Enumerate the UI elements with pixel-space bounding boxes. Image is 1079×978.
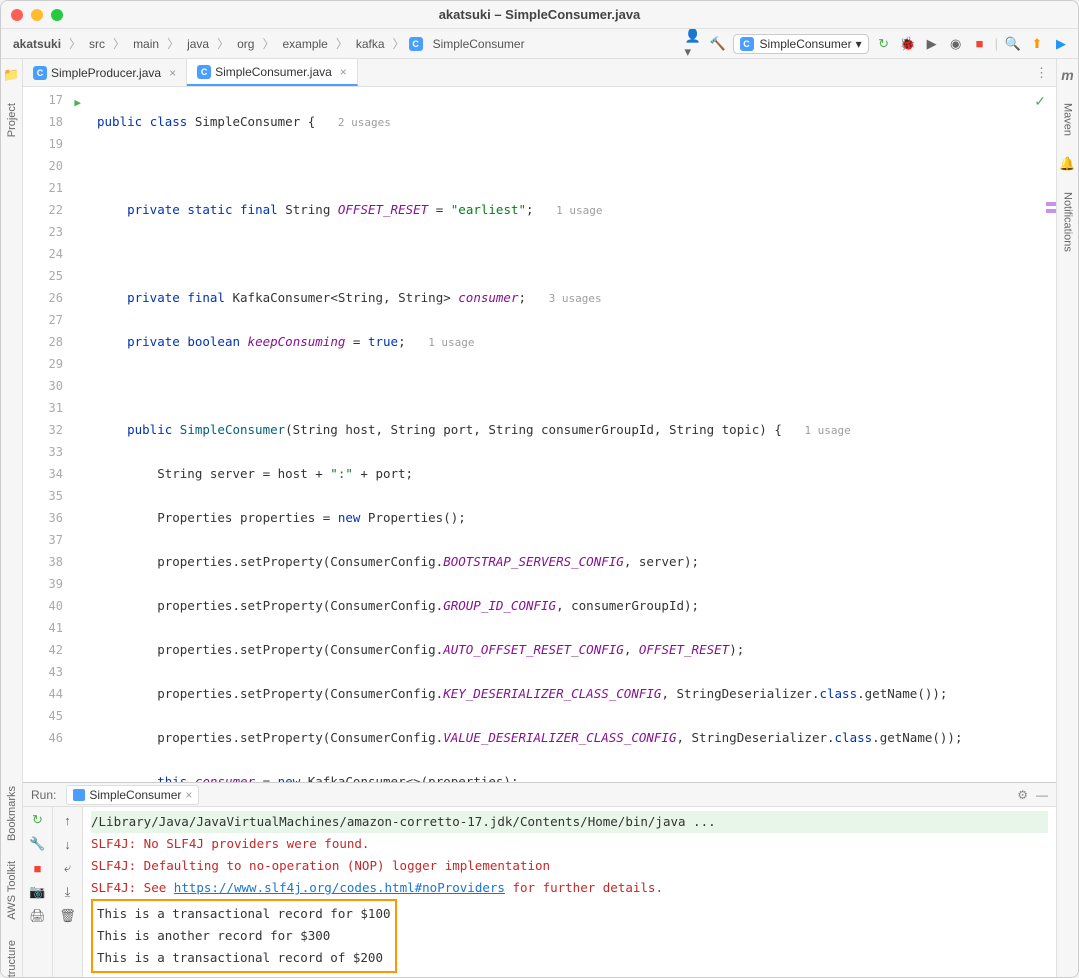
breadcrumb-kafka[interactable]: kafka [352,35,389,53]
ide-update-icon[interactable]: ⬆ [1028,35,1046,53]
wrap-icon[interactable]: ⤶ [59,859,77,877]
close-icon[interactable]: × [340,65,347,79]
build-icon[interactable]: 🔨 [709,35,727,53]
camera-icon[interactable]: 📷 [29,883,47,901]
run-tab-icon [73,789,85,801]
tab-simpleproducer[interactable]: C SimpleProducer.java × [23,59,187,86]
tab-label: SimpleConsumer.java [215,65,332,79]
code-editor[interactable]: ✓ 17▶ 1819202122232425262728293031323334… [23,87,1056,782]
maven-icon[interactable]: m [1061,67,1073,83]
notifications-tool-label[interactable]: Notifications [1062,192,1074,252]
class-icon: C [740,37,754,51]
console-line: SLF4J: No SLF4J providers were found. [91,833,1048,855]
user-icon[interactable]: 👤▾ [685,35,703,53]
run-config-name: SimpleConsumer [760,37,852,51]
console-line: SLF4J: Defaulting to no-operation (NOP) … [91,855,1048,877]
run-gutter-icon[interactable]: ▶ [74,92,81,114]
close-icon[interactable]: × [185,788,192,802]
scroll-icon[interactable]: ⤓ [59,883,77,901]
hide-icon[interactable]: — [1036,788,1048,802]
maximize-window[interactable] [51,9,63,21]
line-gutter[interactable]: 17▶ 181920212223242526272829303132333435… [23,87,73,782]
search-icon[interactable]: 🔍 [1004,35,1022,53]
wrench-icon[interactable]: 🔧 [29,835,47,853]
breadcrumb-example[interactable]: example [278,35,331,53]
run-configuration-selector[interactable]: C SimpleConsumer ▾ [733,34,869,54]
class-icon: C [197,65,211,79]
navigation-bar: akatsuki 〉 src 〉 main 〉 java 〉 org 〉 exa… [1,29,1078,59]
run-toolbar-primary: ↻ 🔧 ■ 📷 🖨 [23,807,53,977]
debug-icon[interactable]: 🐞 [899,35,917,53]
editor-tabs: C SimpleProducer.java × C SimpleConsumer… [23,59,1056,87]
titlebar: akatsuki – SimpleConsumer.java [1,1,1078,29]
settings-icon[interactable]: ⚙ [1017,788,1028,802]
notifications-icon[interactable]: 🔔 [1059,156,1075,172]
window-controls [11,9,63,21]
console-command: /Library/Java/JavaVirtualMachines/amazon… [91,811,1048,833]
profile-icon[interactable]: ◉ [947,35,965,53]
run-tab-label: SimpleConsumer [89,788,181,802]
console-link[interactable]: https://www.slf4j.org/codes.html#noProvi… [174,880,505,895]
chevron-down-icon: ▾ [856,37,862,51]
coverage-icon[interactable]: ▶ [923,35,941,53]
run-icon[interactable]: ↻ [875,35,893,53]
breadcrumb: akatsuki 〉 src 〉 main 〉 java 〉 org 〉 exa… [9,35,529,53]
run-label: Run: [31,788,56,802]
breadcrumb-main[interactable]: main [129,35,163,53]
project-tool-icon[interactable]: 📁 [3,67,19,83]
console-output[interactable]: /Library/Java/JavaVirtualMachines/amazon… [83,807,1056,977]
maven-tool-label[interactable]: Maven [1062,103,1074,136]
run-header: Run: SimpleConsumer × ⚙ — [23,783,1056,807]
down-icon[interactable]: ↓ [59,835,77,853]
console-line: This is another record for $300 [97,925,391,947]
stop-icon[interactable]: ■ [29,859,47,877]
left-tool-rail: 📁 Project Bookmarks AWS Toolkit tructure [1,59,23,977]
breadcrumb-project[interactable]: akatsuki [9,35,65,53]
code-content[interactable]: public class SimpleConsumer { 2 usages p… [73,87,1056,782]
right-tool-rail: m Maven 🔔 Notifications [1056,59,1078,977]
aws-tool-label[interactable]: AWS Toolkit [6,861,18,920]
project-tool-label[interactable]: Project [6,103,18,137]
stop-icon[interactable]: ■ [971,35,989,53]
class-icon: C [33,66,47,80]
breadcrumb-java[interactable]: java [183,35,213,53]
console-line: This is a transactional record of $200 [97,947,391,969]
code-with-me-icon[interactable]: ▶ [1052,35,1070,53]
breadcrumb-src[interactable]: src [85,35,109,53]
run-tool-window: Run: SimpleConsumer × ⚙ — ↻ 🔧 [23,782,1056,977]
class-icon: C [409,37,423,51]
run-toolbar-secondary: ↑ ↓ ⤶ ⤓ 🗑 [53,807,83,977]
error-stripe[interactable] [1044,87,1056,782]
window-title: akatsuki – SimpleConsumer.java [439,7,641,22]
print-icon[interactable]: 🖨 [29,907,47,925]
tab-simpleconsumer[interactable]: C SimpleConsumer.java × [187,59,358,86]
console-line: SLF4J: See https://www.slf4j.org/codes.h… [91,877,1048,899]
trash-icon[interactable]: 🗑 [59,907,77,925]
breadcrumb-class[interactable]: SimpleConsumer [429,35,529,53]
rerun-icon[interactable]: ↻ [29,811,47,829]
breadcrumb-org[interactable]: org [233,35,258,53]
minimize-window[interactable] [31,9,43,21]
console-line: This is a transactional record for $100 [97,903,391,925]
highlighted-output: This is a transactional record for $100 … [91,899,397,973]
run-tab[interactable]: SimpleConsumer × [66,785,199,805]
up-icon[interactable]: ↑ [59,811,77,829]
close-icon[interactable]: × [169,66,176,80]
bookmarks-tool-label[interactable]: Bookmarks [6,786,18,841]
tab-label: SimpleProducer.java [51,66,161,80]
close-window[interactable] [11,9,23,21]
tabs-menu-icon[interactable]: ⋮ [1027,59,1056,86]
structure-tool-label[interactable]: tructure [6,940,18,977]
